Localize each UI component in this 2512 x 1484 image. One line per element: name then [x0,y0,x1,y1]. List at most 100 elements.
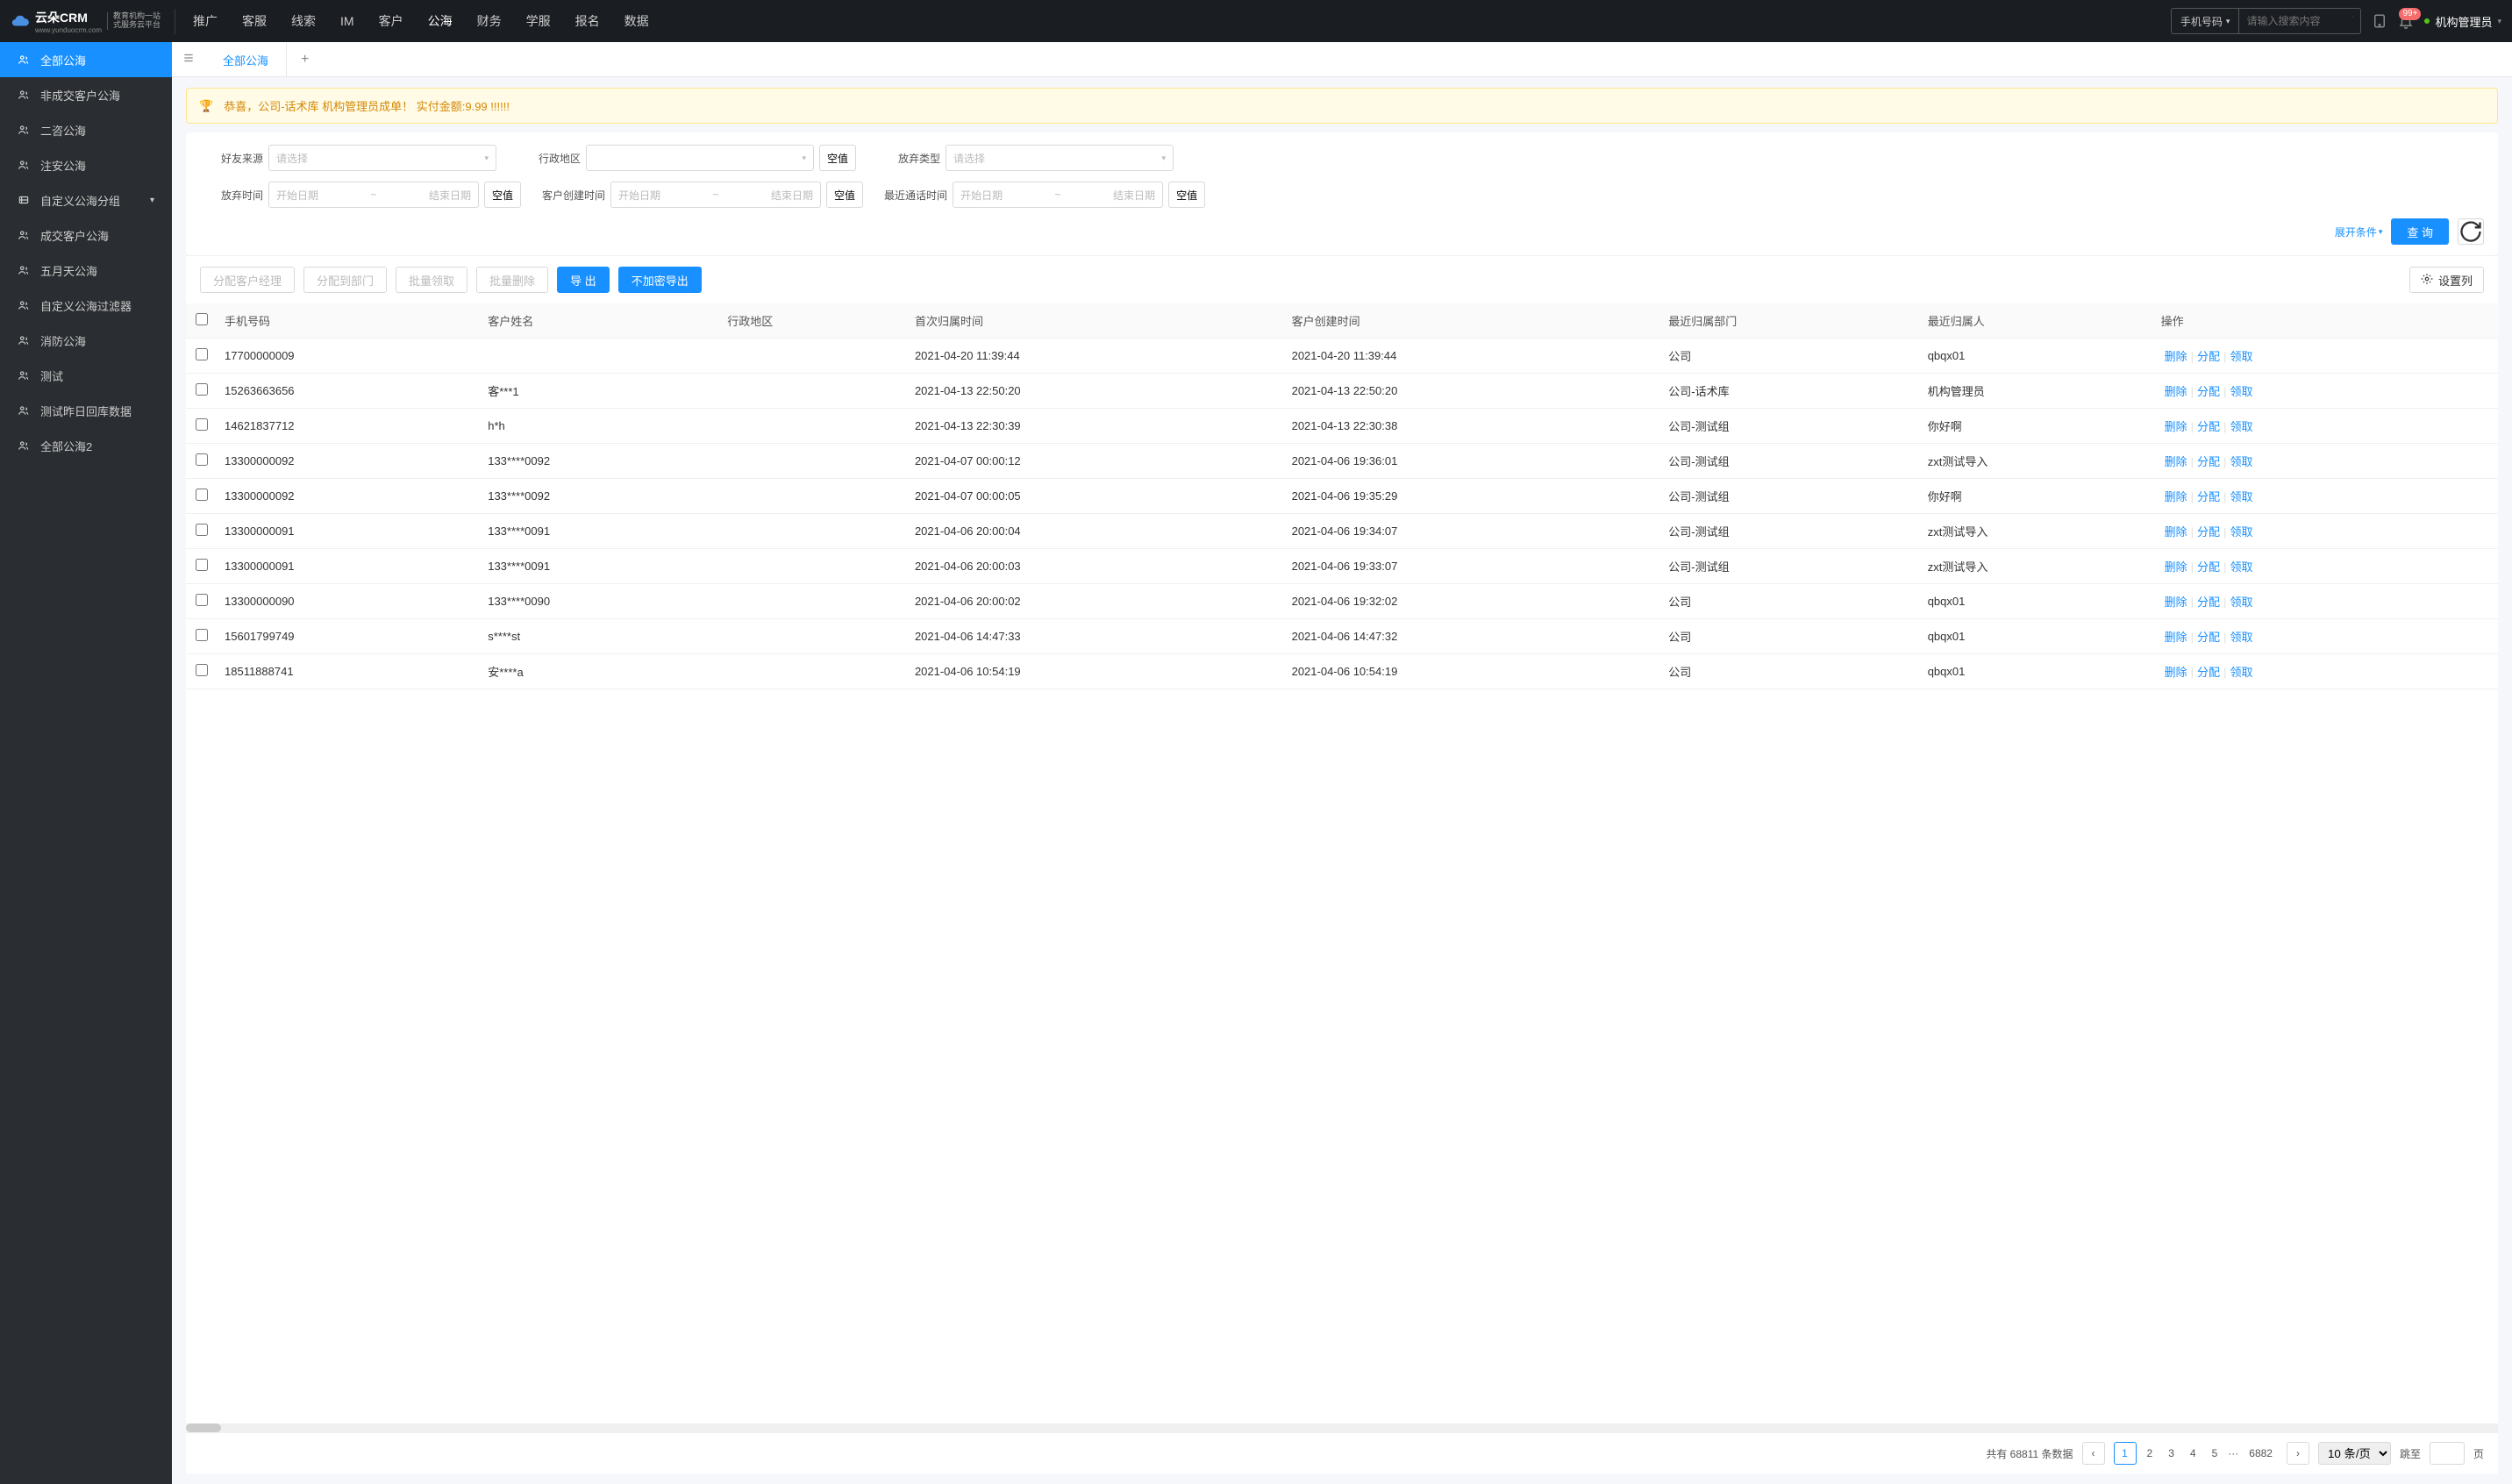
page-last[interactable]: 6882 [2244,1447,2278,1459]
op-删除[interactable]: 删除 [2161,631,2191,644]
date-range-input[interactable]: 开始日期~结束日期 [953,182,1163,208]
filter-select[interactable]: 请选择▾ [268,145,496,171]
row-checkbox[interactable] [196,594,208,606]
op-删除[interactable]: 删除 [2161,525,2191,539]
sidebar-item-7[interactable]: 自定义公海过滤器 [0,288,172,323]
sidebar-item-4[interactable]: 自定义公海分组▾ [0,182,172,218]
expand-filters-link[interactable]: 展开条件 ▾ [2335,225,2383,239]
sidebar-item-3[interactable]: 注安公海 [0,147,172,182]
logo[interactable]: 云朵CRM www.yunduocrm.com 教育机构一站 式服务云平台 [11,9,175,34]
tab-all-public[interactable]: 全部公海 [205,42,287,77]
op-领取[interactable]: 领取 [2226,525,2256,539]
op-删除[interactable]: 删除 [2161,560,2191,574]
page-1[interactable]: 1 [2114,1442,2137,1465]
sidebar-item-1[interactable]: 非成交客户公海 [0,77,172,112]
sidebar-item-2[interactable]: 二咨公海 [0,112,172,147]
date-range-input[interactable]: 开始日期~结束日期 [610,182,821,208]
op-领取[interactable]: 领取 [2226,666,2256,679]
bell-icon[interactable]: 99+ [2398,13,2414,29]
user-menu[interactable]: 机构管理员 ▾ [2424,13,2501,30]
next-page-button[interactable]: › [2287,1442,2309,1465]
sidebar-item-8[interactable]: 消防公海 [0,323,172,358]
row-checkbox[interactable] [196,383,208,396]
page-2[interactable]: 2 [2142,1447,2159,1459]
op-删除[interactable]: 删除 [2161,666,2191,679]
page-3[interactable]: 3 [2163,1447,2180,1459]
add-user-icon[interactable] [660,13,677,29]
jump-input[interactable] [2430,1442,2465,1465]
op-删除[interactable]: 删除 [2161,385,2191,398]
op-领取[interactable]: 领取 [2226,490,2256,503]
op-领取[interactable]: 领取 [2226,560,2256,574]
op-分配[interactable]: 分配 [2194,490,2223,503]
op-分配[interactable]: 分配 [2194,525,2223,539]
horizontal-scrollbar[interactable] [186,1423,2498,1432]
nav-item-9[interactable]: 数据 [614,0,660,42]
op-分配[interactable]: 分配 [2194,385,2223,398]
nav-item-8[interactable]: 报名 [565,0,610,42]
row-checkbox[interactable] [196,524,208,536]
op-分配[interactable]: 分配 [2194,455,2223,468]
op-删除[interactable]: 删除 [2161,350,2191,363]
nav-item-4[interactable]: 客户 [368,0,414,42]
op-删除[interactable]: 删除 [2161,420,2191,433]
nav-item-0[interactable]: 推广 [182,0,228,42]
op-领取[interactable]: 领取 [2226,455,2256,468]
nav-item-1[interactable]: 客服 [232,0,277,42]
page-4[interactable]: 4 [2185,1447,2202,1459]
op-删除[interactable]: 删除 [2161,490,2191,503]
configure-columns-button[interactable]: 设置列 [2409,267,2484,293]
op-分配[interactable]: 分配 [2194,631,2223,644]
empty-value-button[interactable]: 空值 [826,182,863,208]
row-checkbox[interactable] [196,489,208,501]
scroll-thumb[interactable] [186,1423,221,1432]
row-checkbox[interactable] [196,453,208,466]
tab-collapse-icon[interactable] [172,52,205,67]
op-领取[interactable]: 领取 [2226,385,2256,398]
sidebar-item-9[interactable]: 测试 [0,358,172,393]
sidebar-item-5[interactable]: 成交客户公海 [0,218,172,253]
page-size-select[interactable]: 10 条/页 [2318,1442,2391,1465]
tab-add-button[interactable]: + [287,52,323,68]
op-分配[interactable]: 分配 [2194,596,2223,609]
op-删除[interactable]: 删除 [2161,596,2191,609]
empty-value-button[interactable]: 空值 [1168,182,1205,208]
row-checkbox[interactable] [196,629,208,641]
nav-item-2[interactable]: 线索 [281,0,326,42]
op-删除[interactable]: 删除 [2161,455,2191,468]
op-分配[interactable]: 分配 [2194,560,2223,574]
op-领取[interactable]: 领取 [2226,420,2256,433]
date-range-input[interactable]: 开始日期~结束日期 [268,182,479,208]
sidebar-item-6[interactable]: 五月天公海 [0,253,172,288]
nav-item-5[interactable]: 公海 [417,0,463,42]
prev-page-button[interactable]: ‹ [2082,1442,2105,1465]
row-checkbox[interactable] [196,418,208,431]
op-分配[interactable]: 分配 [2194,350,2223,363]
sidebar-item-0[interactable]: 全部公海 [0,42,172,77]
phone-icon[interactable] [677,13,695,29]
empty-value-button[interactable]: 空值 [819,145,856,171]
filter-select[interactable]: ▾ [586,145,814,171]
nav-item-7[interactable]: 学服 [516,0,561,42]
select-all-checkbox[interactable] [196,313,208,325]
op-分配[interactable]: 分配 [2194,420,2223,433]
op-领取[interactable]: 领取 [2226,350,2256,363]
toolbar-btn-5[interactable]: 不加密导出 [618,267,702,293]
row-checkbox[interactable] [196,348,208,360]
empty-value-button[interactable]: 空值 [484,182,521,208]
row-checkbox[interactable] [196,664,208,676]
search-type-select[interactable]: 手机号码 ▾ [2172,9,2240,33]
sidebar-item-11[interactable]: 全部公海2 [0,428,172,463]
nav-item-6[interactable]: 财务 [467,0,512,42]
op-分配[interactable]: 分配 [2194,666,2223,679]
search-button[interactable]: 查 询 [2391,218,2449,245]
page-5[interactable]: 5 [2207,1447,2223,1459]
row-checkbox[interactable] [196,559,208,571]
op-领取[interactable]: 领取 [2226,596,2256,609]
search-icon[interactable] [2344,9,2360,25]
op-领取[interactable]: 领取 [2226,631,2256,644]
toolbar-btn-4[interactable]: 导 出 [557,267,610,293]
nav-item-3[interactable]: IM [330,0,365,42]
sidebar-item-10[interactable]: 测试昨日回库数据 [0,393,172,428]
refresh-button[interactable] [2458,218,2484,245]
